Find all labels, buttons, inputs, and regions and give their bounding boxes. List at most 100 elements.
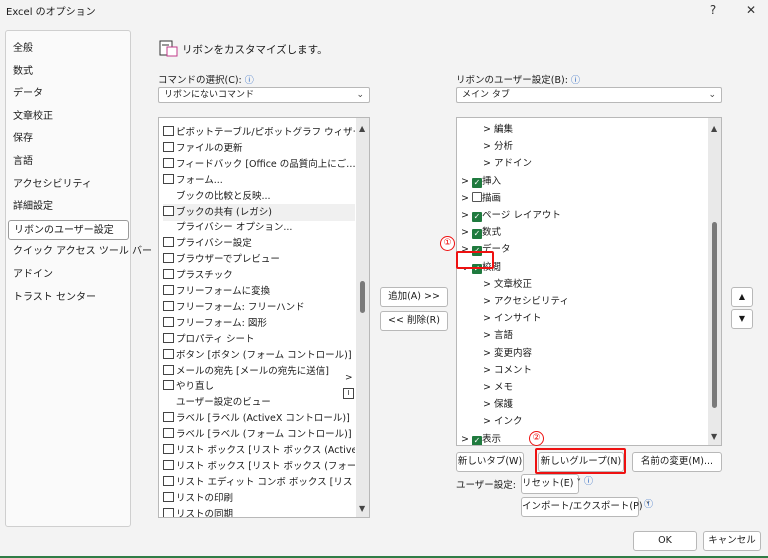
ribbon-tree[interactable]: ▲ ▼ > 編集 > 分析 > アドイン > ✓ 挿入 > 描画 > ✓ ページ レイアウト >… <box>456 117 722 446</box>
move-up-button[interactable]: ▲ <box>731 287 753 307</box>
chevron-right-icon[interactable]: > <box>483 296 494 307</box>
command-list-item[interactable]: ブックの共有 (レガシ) <box>163 203 355 221</box>
command-list[interactable]: ▲ ▼ > Ⅰ ピボットテーブル/ピボットグラフ ウィザード ファイルの更新 フィー… <box>158 117 370 518</box>
chevron-right-icon[interactable]: > <box>483 141 494 152</box>
checkbox-icon[interactable]: ✓ <box>471 229 482 240</box>
rename-button[interactable]: 名前の変更(M)... <box>632 452 722 472</box>
ribbon-tree-label: 数式 <box>481 227 501 239</box>
import-export-button[interactable]: インポート/エクスポート(P) ˅ <box>521 497 650 517</box>
ribbon-tree-item[interactable]: > 言語 <box>483 327 513 344</box>
command-label: ブックの共有 (レガシ) <box>176 206 272 218</box>
ribbon-tree-item[interactable]: > ✓ 挿入 <box>461 173 501 190</box>
chevron-right-icon[interactable]: > <box>483 279 494 290</box>
sidebar-item[interactable]: 詳細設定 <box>13 197 53 217</box>
ribbon-tree-item[interactable]: > メモ <box>483 379 513 396</box>
ribbon-tree-scrollbar[interactable]: ▲ ▼ <box>708 118 721 445</box>
command-list-item[interactable]: ユーザー設定のビュー <box>163 394 355 411</box>
new-tab-button[interactable]: 新しいタブ(W) <box>456 452 524 472</box>
remove-button[interactable]: << 削除(R) <box>380 311 448 331</box>
chevron-right-icon[interactable]: > <box>483 348 494 359</box>
command-label: ファイルの更新 <box>176 142 243 154</box>
ribbon-tree-item[interactable]: > 保護 <box>483 396 513 413</box>
reset-button[interactable]: リセット(E) ˅ <box>521 474 581 494</box>
chevron-right-icon[interactable]: > <box>483 330 494 341</box>
scroll-thumb[interactable] <box>712 222 717 408</box>
scroll-thumb[interactable] <box>360 281 365 313</box>
command-list-item[interactable]: プライバシー設定 <box>163 235 355 252</box>
move-down-button[interactable]: ▼ <box>731 309 753 329</box>
command-list-scrollbar[interactable]: ▲ ▼ <box>356 118 369 517</box>
command-list-item[interactable]: リスト ボックス [リスト ボックス (Active… <box>163 442 355 459</box>
sidebar-item[interactable]: トラスト センター <box>13 288 96 308</box>
chevron-right-icon[interactable]: > <box>461 193 472 204</box>
chevron-right-icon[interactable]: > <box>461 434 472 445</box>
command-list-item[interactable]: リスト エディット コンボ ボックス [リスト エ… <box>163 474 355 491</box>
sidebar-item[interactable]: アドイン <box>13 265 53 285</box>
sidebar-item[interactable]: データ <box>13 84 43 104</box>
command-list-item[interactable]: フォーム... <box>163 172 355 189</box>
chevron-right-icon[interactable]: > <box>483 124 494 135</box>
command-list-item[interactable]: リストの印刷 <box>163 490 355 507</box>
add-button[interactable]: 追加(A) >> <box>380 287 448 307</box>
sidebar-item[interactable]: アクセシビリティ <box>13 175 92 195</box>
sidebar-item[interactable]: リボンのユーザー設定 <box>8 219 129 240</box>
command-list-item[interactable]: フリーフォーム: 図形 <box>163 315 355 332</box>
cancel-button[interactable]: キャンセル <box>703 531 761 551</box>
ribbon-tree-item[interactable]: > インサイト <box>483 310 542 327</box>
ribbon-tree-item[interactable]: > 文章校正 <box>483 276 532 293</box>
chevron-right-icon[interactable]: > <box>483 365 494 376</box>
sidebar-item[interactable]: 保存 <box>13 129 33 149</box>
ribbon-tree-item[interactable]: > アクセシビリティ <box>483 293 569 310</box>
command-list-item[interactable]: メールの宛先 [メールの宛先に送信] <box>163 363 355 380</box>
command-choose-dropdown[interactable]: リボンにないコマンド ⌄ <box>158 87 370 103</box>
chevron-right-icon[interactable]: > <box>483 158 494 169</box>
command-list-item[interactable]: フリーフォームに変換 <box>163 283 355 300</box>
sidebar-item[interactable]: 全般 <box>13 39 33 59</box>
command-list-item[interactable]: ピボットテーブル/ピボットグラフ ウィザード <box>163 124 355 141</box>
ribbon-tree-item[interactable]: > ✓ ページ レイアウト <box>461 207 561 224</box>
ribbon-tree-item[interactable]: > コメント <box>483 362 532 379</box>
command-list-item[interactable]: ボタン [ボタン (フォーム コントロール)] <box>163 347 355 364</box>
checkbox-icon[interactable]: ✓ <box>471 177 482 188</box>
close-button[interactable]: ✕ <box>738 0 764 20</box>
command-list-item[interactable]: ラベル [ラベル (フォーム コントロール)] <box>163 426 355 443</box>
chevron-right-icon[interactable]: > <box>483 382 494 393</box>
chevron-right-icon[interactable]: > <box>483 399 494 410</box>
command-list-item[interactable]: フリーフォーム: フリーハンド <box>163 299 355 316</box>
chevron-right-icon[interactable]: > <box>461 210 472 221</box>
command-list-item[interactable]: プラスチック <box>163 267 355 284</box>
ribbon-tree-item[interactable]: > 編集 <box>483 121 513 138</box>
sidebar-item[interactable]: 文章校正 <box>13 107 53 127</box>
command-label: フリーフォーム: フリーハンド <box>176 301 305 313</box>
ribbon-tabs-dropdown[interactable]: メイン タブ ⌄ <box>456 87 722 103</box>
command-list-item[interactable]: リスト ボックス [リスト ボックス (フォーム… <box>163 458 355 475</box>
ribbon-tree-item[interactable]: > インク <box>483 413 523 430</box>
checkbox-icon[interactable]: ✓ <box>471 435 482 445</box>
ribbon-tree-item[interactable]: > アドイン <box>483 155 532 172</box>
ribbon-tree-item[interactable]: > ✓ 数式 <box>461 224 501 241</box>
chevron-right-icon[interactable]: > <box>483 416 494 427</box>
command-list-item[interactable]: プライバシー オプション... <box>163 219 355 236</box>
ribbon-tree-item[interactable]: > 変更内容 <box>483 345 532 362</box>
ribbon-tree-item[interactable]: > 描画 <box>461 190 501 207</box>
chevron-right-icon[interactable]: > <box>483 313 494 324</box>
command-list-item[interactable]: プロパティ シート <box>163 331 355 348</box>
sidebar-item[interactable]: 言語 <box>13 152 33 172</box>
checkbox-icon[interactable] <box>471 191 482 202</box>
ribbon-tree-item[interactable]: > 分析 <box>483 138 513 155</box>
ok-button[interactable]: OK <box>633 531 697 551</box>
command-list-item[interactable]: ラベル [ラベル (ActiveX コントロール)] <box>163 410 355 427</box>
checkbox-icon[interactable]: ✓ <box>471 212 482 222</box>
help-button[interactable]: ? <box>700 0 726 20</box>
chevron-right-icon[interactable]: > <box>461 227 472 238</box>
ribbon-tree-item[interactable]: > ✓ 表示 <box>461 431 501 445</box>
sidebar-item[interactable]: クイック アクセス ツール バー <box>13 242 152 262</box>
command-list-item[interactable]: ブックの比較と反映... <box>163 188 355 205</box>
sidebar-item[interactable]: 数式 <box>13 62 33 82</box>
command-list-item[interactable]: やり直し <box>163 378 355 395</box>
command-list-item[interactable]: ブラウザーでプレビュー <box>163 251 355 268</box>
command-list-item[interactable]: リストの同期 <box>163 506 355 517</box>
chevron-right-icon[interactable]: > <box>461 176 472 187</box>
command-list-item[interactable]: ファイルの更新 <box>163 140 355 157</box>
command-list-item[interactable]: フィードバック [Office の品質向上にご… <box>163 156 355 173</box>
